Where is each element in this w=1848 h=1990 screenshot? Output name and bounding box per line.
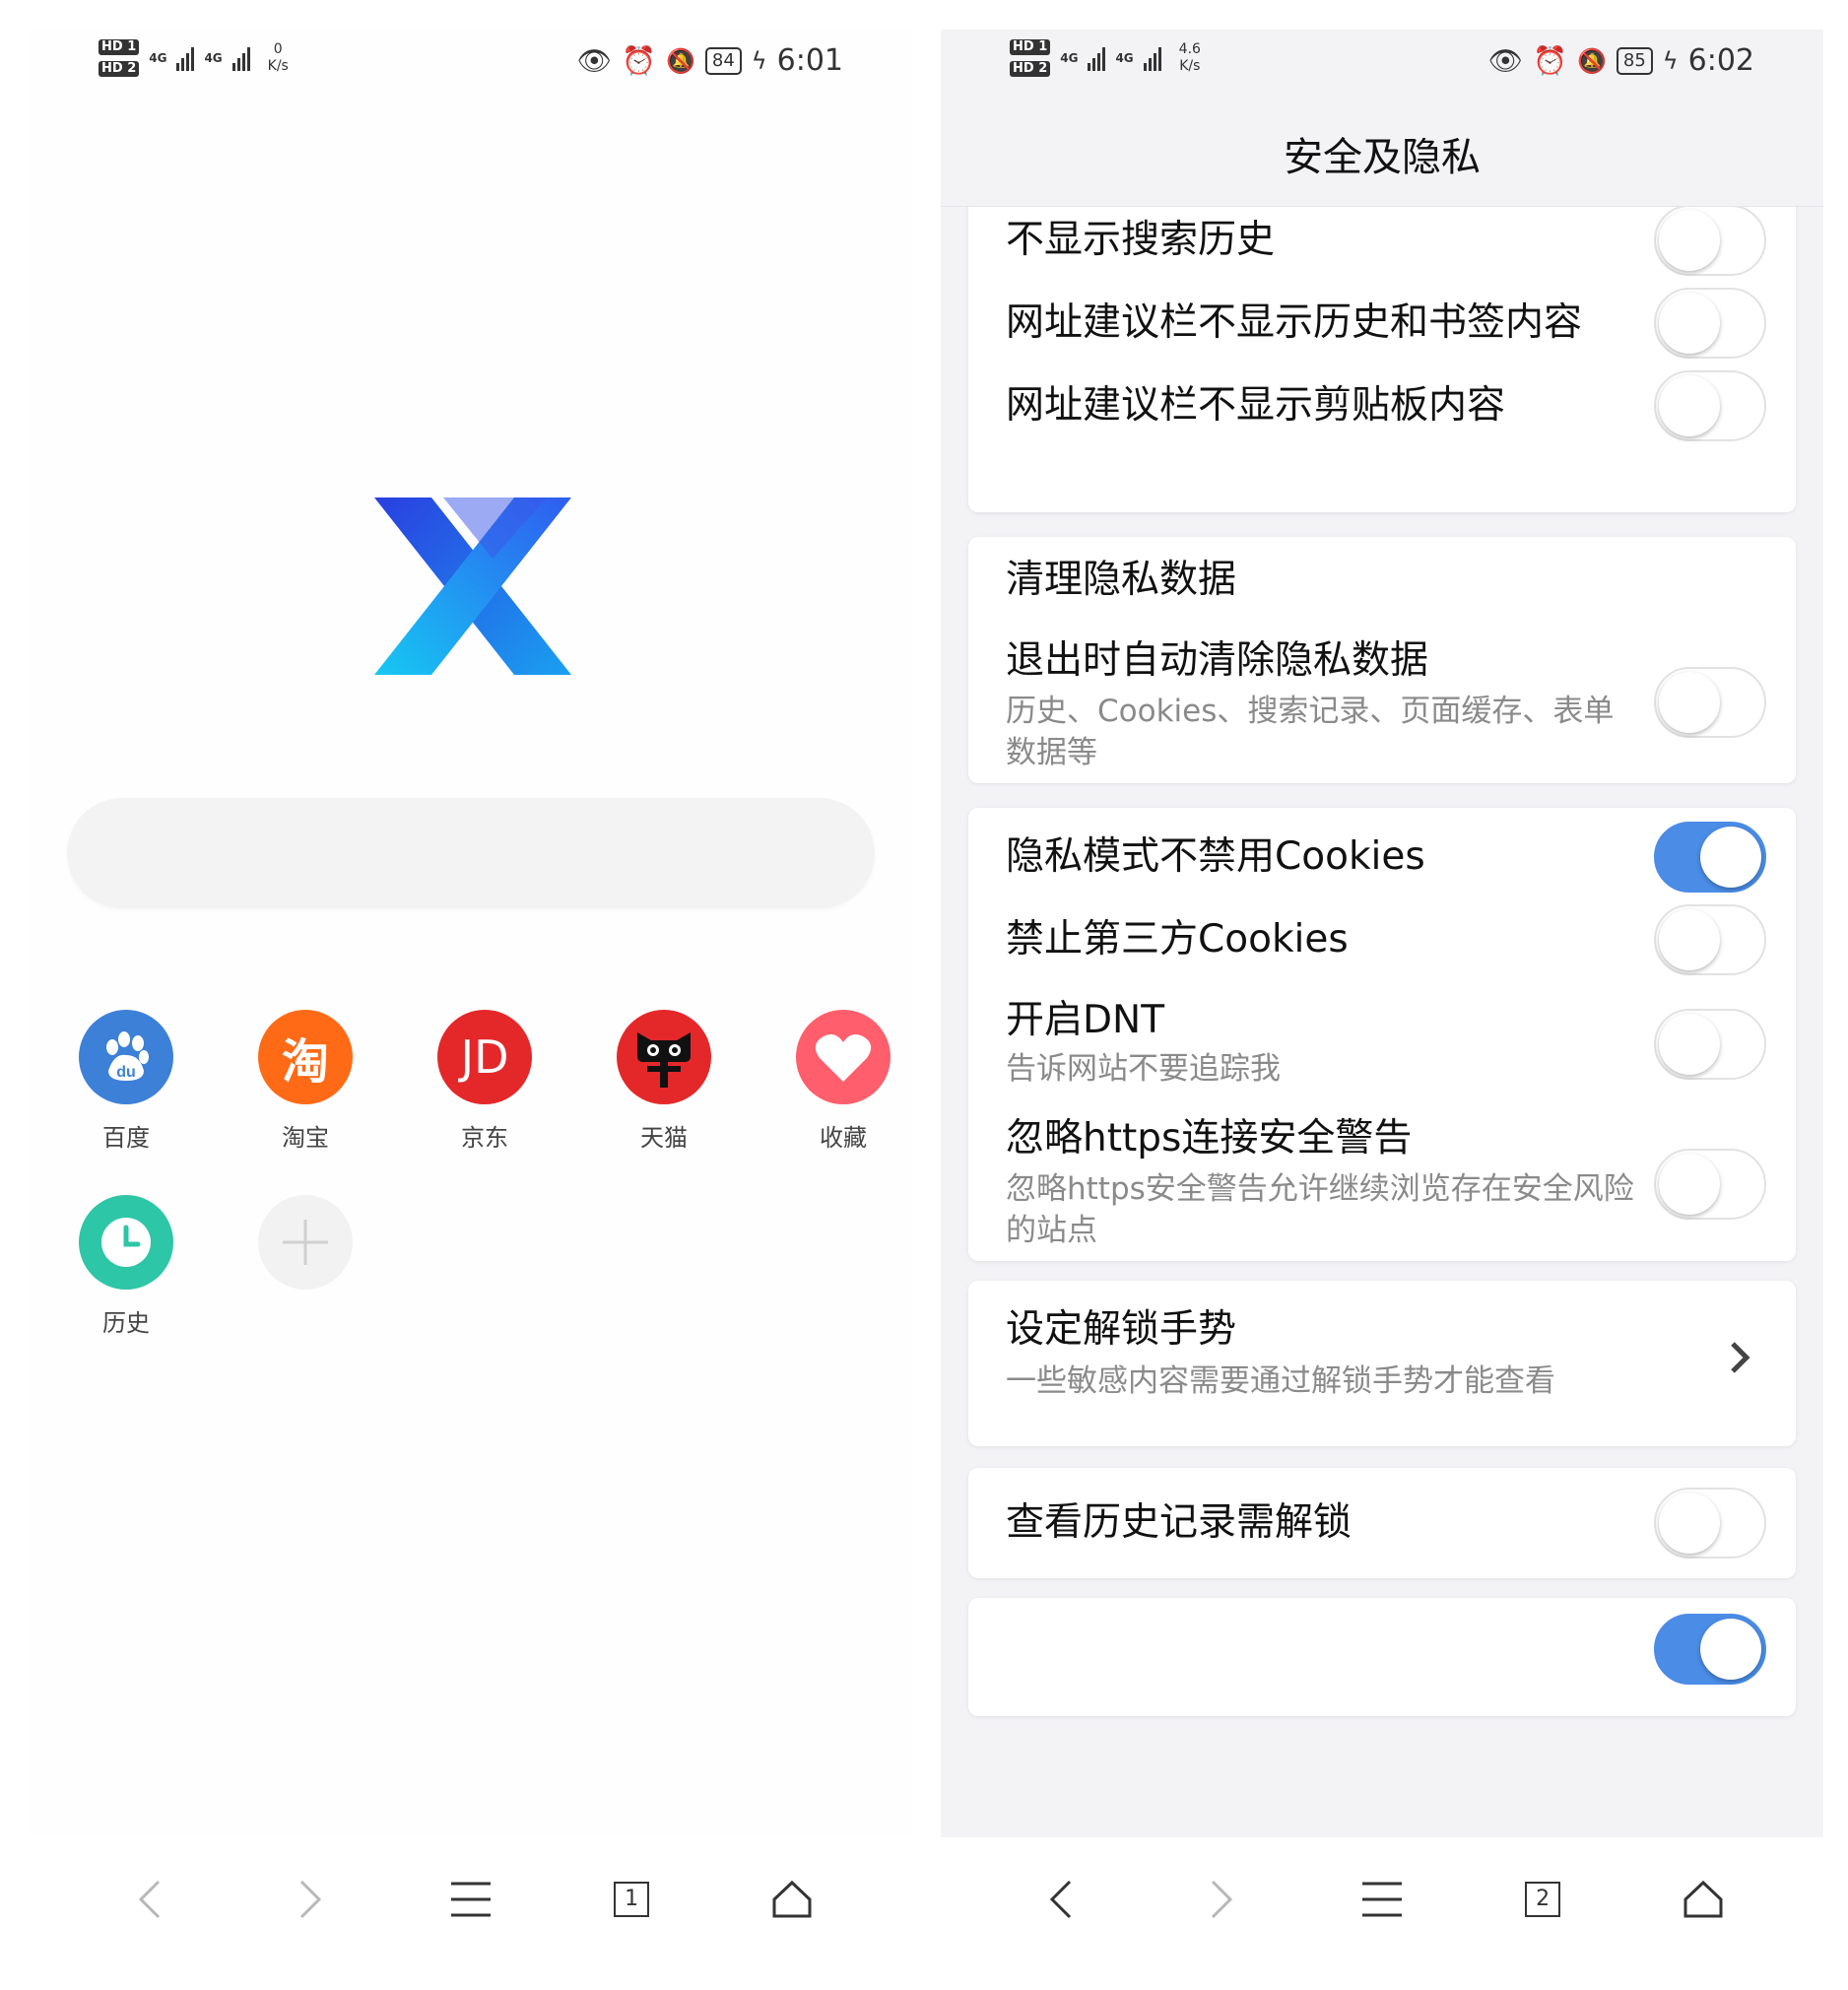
menu-icon [450,1882,491,1916]
tmall-icon [617,1010,711,1104]
charging-icon: ϟ [1662,46,1679,75]
status-time: 6:01 [776,43,843,78]
eye-icon: 👁 [1487,44,1524,77]
settings-group-next [968,1598,1796,1716]
hd-icon: HD 2 [99,61,140,77]
setting-ignore-https-warning[interactable]: 忽略https连接安全警告 忽略https安全警告允许继续浏览存在安全风险的站点 [1006,1113,1766,1251]
search-input[interactable] [67,798,875,908]
signal-icon [231,45,250,71]
xbrowser-logo [374,498,571,675]
settings-list[interactable]: 不显示搜索历史 网址建议栏不显示历史和书签内容 网址建议栏不显示剪贴板内容 清理… [941,207,1823,1837]
network-speed: 4.6 K/s [1178,41,1201,74]
shortcut-baidu[interactable]: du 百度 [67,1010,185,1153]
toggle-hide-history-bookmarks[interactable] [1654,288,1766,359]
taobao-icon: 淘 [258,1010,353,1104]
settings-group-cookies: 隐私模式不禁用Cookies 禁止第三方Cookies 开启DNT 告诉网站不要… [968,808,1796,1261]
setting-unlock-gesture[interactable]: 设定解锁手势 一些敏感内容需要通过解锁手势才能查看 [968,1281,1796,1446]
back-button[interactable] [1026,1865,1095,1934]
forward-button[interactable] [276,1865,345,1934]
setting-auto-clear[interactable]: 退出时自动清除隐私数据 历史、Cookies、搜索记录、页面缓存、表单数据等 [1006,635,1766,770]
setting-dnt[interactable]: 开启DNT 告诉网站不要追踪我 [1006,995,1766,1094]
home-button[interactable] [758,1865,826,1934]
mute-icon: 🔕 [665,46,695,75]
settings-group-clear: 清理隐私数据 退出时自动清除隐私数据 历史、Cookies、搜索记录、页面缓存、… [968,537,1796,783]
jd-icon: JD [437,1010,532,1104]
network-speed: 0 K/s [267,41,289,74]
setting-hide-clipboard[interactable]: 网址建议栏不显示剪贴板内容 [1006,370,1766,441]
menu-button[interactable] [436,1865,505,1934]
back-button[interactable] [115,1865,184,1934]
alarm-icon: ⏰ [1533,44,1567,77]
menu-icon [1361,1882,1402,1916]
tab-count: 2 [1525,1881,1561,1917]
mute-icon: 🔕 [1576,46,1607,75]
page-title: 安全及隐私 [941,108,1823,207]
browser-home-screen: HD 1HD 2 4G 4G 0K/s 👁 ⏰ 🔕 84 ϟ 6:01 du [30,30,912,1960]
shortcut-taobao[interactable]: 淘 淘宝 [246,1010,364,1153]
shortcut-history[interactable]: 历史 [67,1195,185,1338]
toggle-next-setting[interactable] [1654,1614,1766,1685]
bottom-navigation: 1 [30,1837,912,1960]
shortcut-favorite[interactable]: 收藏 [784,1010,902,1153]
battery-icon: 85 [1616,46,1653,75]
forward-button[interactable] [1187,1865,1256,1934]
status-bar: HD 1 HD 2 4G 4G 4.6 K/s 👁 ⏰ 🔕 85 ϟ 6:02 [941,30,1823,108]
clear-privacy-data[interactable]: 清理隐私数据 [1006,555,1766,606]
toggle-private-cookies[interactable] [1654,822,1766,893]
toggle-history-lock[interactable] [1654,1488,1766,1559]
favorite-icon [796,1010,891,1104]
toggle-third-party-cookies[interactable] [1654,904,1766,975]
setting-private-cookies[interactable]: 隐私模式不禁用Cookies [1006,822,1766,893]
signal-icon [176,45,195,71]
baidu-icon: du [79,1010,173,1104]
toggle-ignore-https-warning[interactable] [1654,1149,1766,1220]
home-button[interactable] [1669,1865,1738,1934]
battery-icon: 84 [704,46,742,75]
home-icon [1683,1880,1723,1917]
toggle-hide-clipboard[interactable] [1654,370,1766,441]
chevron-right-icon [1731,1342,1750,1373]
chevron-right-icon [1211,1880,1232,1918]
bottom-navigation: 2 [941,1837,1823,1960]
toggle-hide-search-history[interactable] [1654,207,1766,276]
tab-count: 1 [614,1881,650,1917]
setting-block-third-party-cookies[interactable]: 禁止第三方Cookies [1006,904,1766,975]
hd-icon: HD 2 [1010,61,1051,77]
shortcut-tmall[interactable]: 天猫 [605,1010,723,1153]
toggle-dnt[interactable] [1654,1009,1766,1080]
toggle-auto-clear[interactable] [1654,667,1766,738]
charging-icon: ϟ [751,46,767,75]
status-bar: HD 1 HD 2 4G 4G 0 K/s 👁 ⏰ 🔕 84 ϟ 6:01 [30,30,912,108]
shortcut-jd[interactable]: JD 京东 [426,1010,544,1153]
status-time: 6:02 [1687,43,1754,78]
tabs-button[interactable]: 1 [597,1865,666,1934]
chevron-left-icon [138,1880,160,1918]
history-icon [79,1195,173,1290]
privacy-settings-screen: HD 1 HD 2 4G 4G 4.6 K/s 👁 ⏰ 🔕 85 ϟ 6:02 安全… [941,30,1823,1960]
signal-icon [1088,45,1106,71]
svg-text:du: du [116,1064,136,1081]
setting-history-lock[interactable]: 查看历史记录需解锁 [968,1468,1796,1578]
setting-hide-search-history[interactable]: 不显示搜索历史 [1006,207,1766,276]
signal-icon [1143,45,1161,71]
settings-group-search: 不显示搜索历史 网址建议栏不显示历史和书签内容 网址建议栏不显示剪贴板内容 [968,207,1796,512]
chevron-right-icon [299,1880,321,1918]
menu-button[interactable] [1348,1865,1417,1934]
chevron-left-icon [1049,1880,1071,1918]
hd-icon: HD 1 [1010,39,1051,55]
home-icon [772,1880,812,1917]
eye-icon: 👁 [576,44,613,77]
setting-hide-history-bookmarks[interactable]: 网址建议栏不显示历史和书签内容 [1006,288,1766,359]
hd-icon: HD 1 [99,39,140,55]
plus-icon [258,1195,353,1290]
add-shortcut-button[interactable] [246,1195,364,1290]
alarm-icon: ⏰ [622,44,656,77]
tabs-button[interactable]: 2 [1508,1865,1577,1934]
